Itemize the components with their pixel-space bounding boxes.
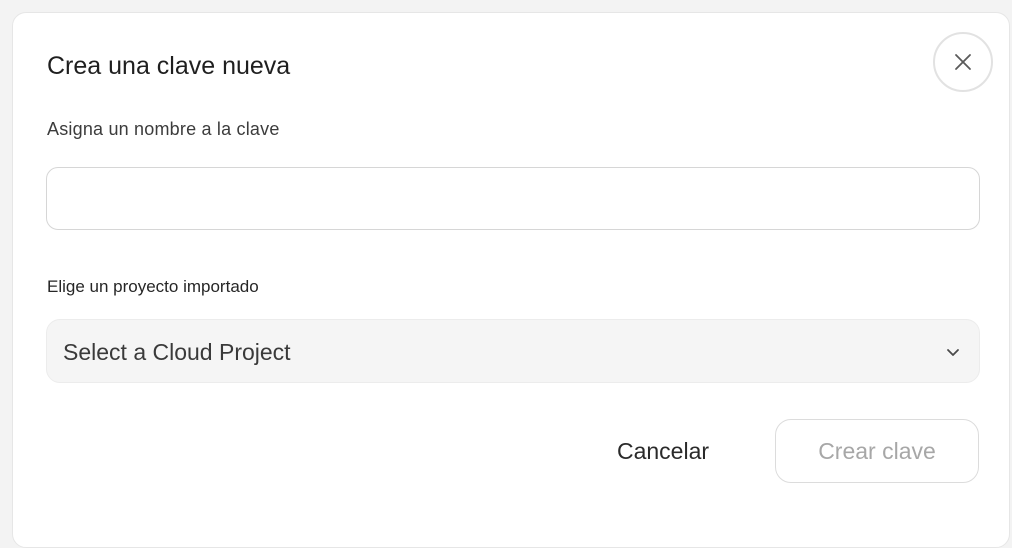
dialog-title: Crea una clave nueva (47, 52, 291, 80)
close-icon (954, 53, 972, 71)
create-key-dialog: Crea una clave nueva Asigna un nombre a … (12, 12, 1010, 548)
project-select[interactable]: Select a Cloud Project (46, 319, 980, 383)
close-button[interactable] (933, 32, 993, 92)
project-label: Elige un proyecto importado (47, 277, 259, 296)
key-name-input[interactable] (46, 167, 980, 230)
chevron-down-icon (945, 344, 961, 365)
project-select-value: Select a Cloud Project (63, 339, 291, 365)
key-name-label: Asigna un nombre a la clave (47, 119, 280, 139)
create-key-button[interactable]: Crear clave (775, 419, 979, 483)
cancel-button[interactable]: Cancelar (593, 421, 733, 481)
